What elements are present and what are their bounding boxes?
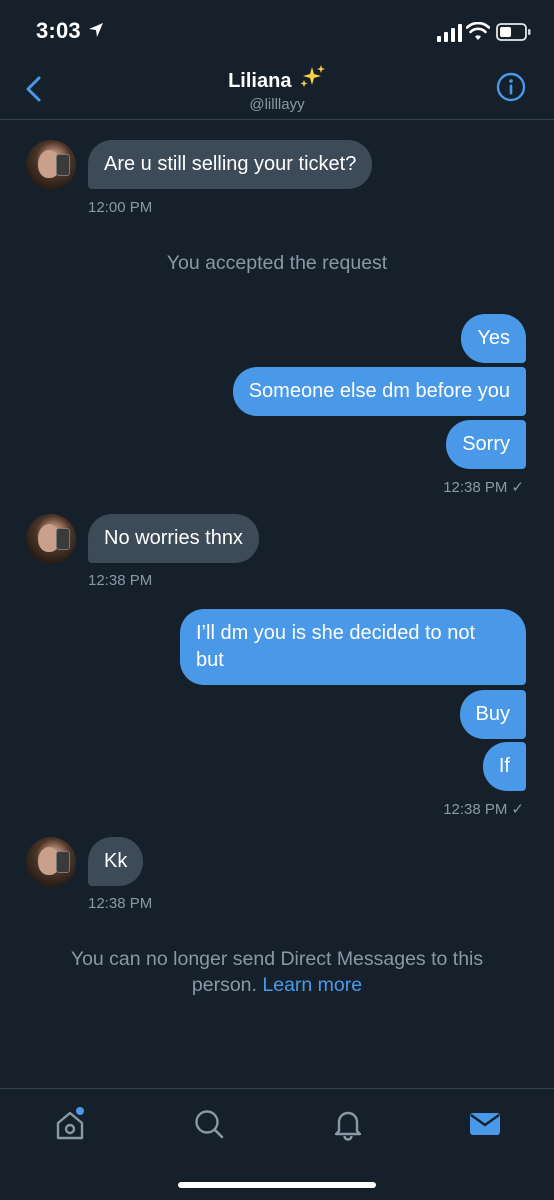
message-line: I’ll dm you is she decided to not <box>196 622 476 644</box>
incoming-message[interactable]: No worries thnx <box>88 514 259 563</box>
conversation-header: Liliana @lilllayy <box>0 54 554 120</box>
learn-more-link[interactable]: Learn more <box>262 974 362 996</box>
info-circle-icon <box>496 72 526 102</box>
sent-check-icon: ✓ <box>511 801 524 818</box>
notice-line-2: person. Learn more <box>0 972 554 998</box>
timestamp-text: 12:38 PM <box>443 801 508 818</box>
message-timestamp: 12:38 PM <box>88 895 153 912</box>
wifi-icon <box>466 22 490 40</box>
outgoing-message[interactable]: Someone else dm before you <box>232 367 526 416</box>
bell-icon <box>334 1111 362 1141</box>
outgoing-message[interactable]: If <box>482 742 526 791</box>
outgoing-message[interactable]: Yes <box>461 314 526 363</box>
outgoing-message[interactable]: Buy <box>459 690 526 739</box>
contact-handle: @lilllayy <box>249 96 305 113</box>
timestamp-text: 12:38 PM <box>443 479 508 496</box>
search-icon <box>195 1110 224 1139</box>
battery-icon <box>496 23 531 41</box>
info-button[interactable] <box>496 72 526 102</box>
dm-disabled-notice: You can no longer send Direct Messages t… <box>0 946 554 998</box>
mail-icon <box>470 1113 500 1135</box>
sent-check-icon: ✓ <box>511 479 524 496</box>
sparkles-icon <box>300 65 325 87</box>
notice-line: You can no longer send Direct Messages t… <box>70 948 484 970</box>
avatar[interactable] <box>26 514 76 564</box>
contact-name: Liliana <box>228 70 292 92</box>
nav-messages[interactable] <box>468 1107 502 1141</box>
message-timestamp: 12:38 PM ✓ <box>443 800 524 818</box>
message-timestamp: 12:38 PM ✓ <box>443 478 524 496</box>
notice-text: person. <box>191 974 257 996</box>
system-notice-accepted: You accepted the request <box>166 252 388 274</box>
location-arrow-icon <box>89 23 103 37</box>
conversation-title[interactable]: Liliana @lilllayy <box>0 64 554 113</box>
dm-screen: 3:03 Liliana @lilllayy Are u still selli… <box>0 0 554 1200</box>
home-indicator[interactable] <box>178 1182 376 1188</box>
outgoing-message[interactable]: I’ll dm you is she decided to not but <box>180 609 526 685</box>
home-icon <box>56 1107 84 1140</box>
incoming-message[interactable]: Are u still selling your ticket? <box>88 140 373 189</box>
nav-notifications[interactable] <box>331 1107 365 1141</box>
message-timestamp: 12:38 PM <box>88 572 153 589</box>
nav-home[interactable] <box>52 1107 86 1141</box>
cellular-signal-icon <box>437 24 462 42</box>
incoming-message[interactable]: Kk <box>88 837 144 886</box>
message-timestamp: 12:00 PM <box>88 199 153 216</box>
status-time: 3:03 <box>36 18 81 43</box>
avatar[interactable] <box>26 837 76 887</box>
message-line: but <box>196 649 224 671</box>
avatar[interactable] <box>26 140 76 190</box>
nav-search[interactable] <box>192 1107 226 1141</box>
outgoing-message[interactable]: Sorry <box>446 420 526 469</box>
